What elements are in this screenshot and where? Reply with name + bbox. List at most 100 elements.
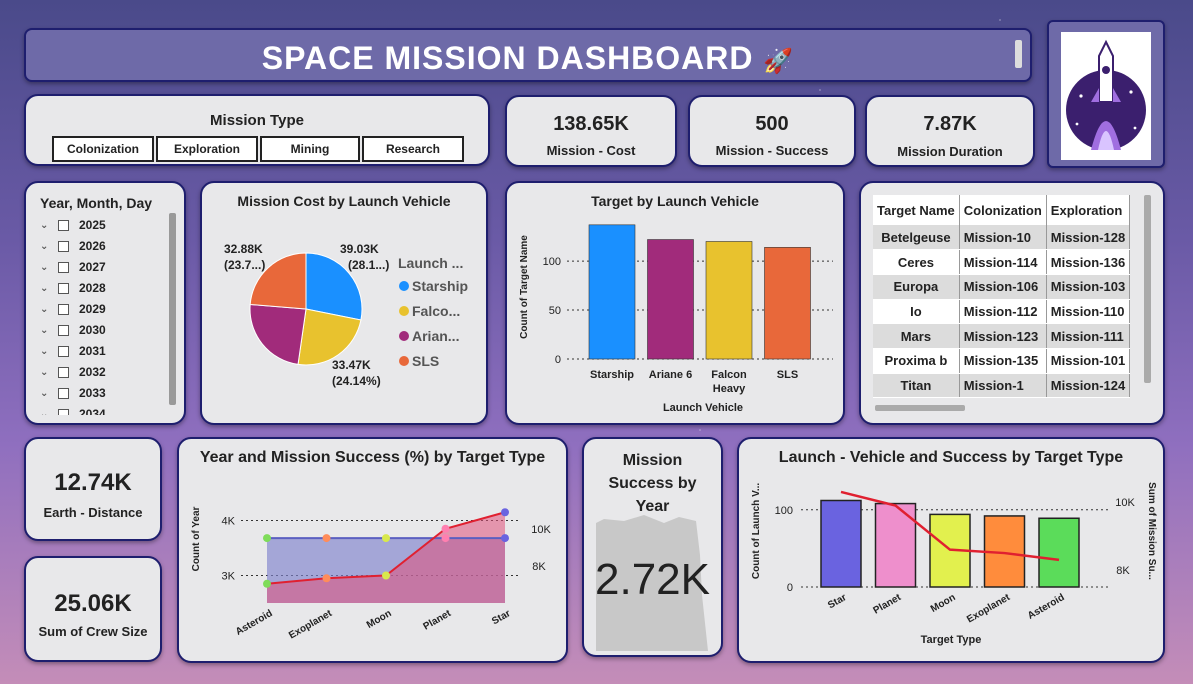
- table-header-cell[interactable]: Colonization: [959, 195, 1047, 225]
- checkbox[interactable]: [58, 408, 69, 415]
- table-cell: Mission-101: [1046, 348, 1131, 374]
- target-table: Target Name Colonization Exploration Betel…: [873, 195, 1131, 399]
- table-header-cell[interactable]: Exploration: [1046, 195, 1131, 225]
- mission-type-research-button[interactable]: Research: [362, 136, 464, 162]
- bar: [588, 224, 636, 360]
- table-row[interactable]: Betelgeuse Mission-10 Mission-128: [873, 225, 1131, 251]
- mission-type-mining-button[interactable]: Mining: [260, 136, 360, 162]
- year-label: 2034: [79, 407, 106, 415]
- pie-legend-swatch: [399, 281, 409, 291]
- combo-y-right-tick: 10K: [1115, 497, 1135, 509]
- chevron-down-icon[interactable]: ⌄: [40, 283, 52, 294]
- kpi-value: 138.65K: [553, 113, 629, 135]
- chevron-down-icon[interactable]: ⌄: [40, 367, 52, 378]
- rocket-planet-logo-icon: [1061, 32, 1151, 160]
- year-item-2029[interactable]: ⌄ 2029: [40, 299, 106, 319]
- combo-y-tick: 0: [787, 582, 793, 594]
- mission-type-exploration-button[interactable]: Exploration: [156, 136, 258, 162]
- pie-legend-swatch: [399, 356, 409, 366]
- checkbox[interactable]: [58, 345, 69, 357]
- area-chart: 3K 4K 8K 10K Asteroid Exoplanet Moon Planet Star…: [191, 506, 551, 641]
- pie-data-label-pct: (28.1...): [348, 258, 389, 272]
- bar-x-tick: Starship: [590, 369, 634, 381]
- chevron-down-icon[interactable]: ⌄: [40, 262, 52, 273]
- combo-chart-title: Launch - Vehicle and Success by Target T…: [778, 449, 1124, 466]
- year-item-2031[interactable]: ⌄ 2031: [40, 341, 106, 361]
- success-by-year-label: Mission Success by Year: [608, 452, 697, 515]
- table-row[interactable]: Mars Mission-123 Mission-111: [873, 323, 1131, 349]
- area-x-tick: Star: [490, 608, 512, 627]
- table-row[interactable]: Proxima b Mission-135 Mission-101: [873, 348, 1131, 374]
- chevron-down-icon[interactable]: ⌄: [40, 346, 52, 357]
- table-header-cell[interactable]: Target Name: [873, 195, 960, 225]
- kpi-mission-cost: 138.65K Mission - Cost: [505, 95, 677, 167]
- kpi-label: Earth - Distance: [43, 505, 143, 520]
- year-item-2034[interactable]: ⌄ 2034: [40, 404, 106, 415]
- kpi-value: 500: [755, 113, 789, 135]
- area-point: [441, 534, 450, 543]
- year-item-2028[interactable]: ⌄ 2028: [40, 278, 106, 298]
- bar-x-tick: SLS: [777, 369, 798, 381]
- table-cell: Mission-124: [1046, 373, 1131, 399]
- year-item-2030[interactable]: ⌄ 2030: [40, 320, 106, 340]
- pie-legend-item: Arian...: [412, 328, 459, 344]
- table-row[interactable]: Titan Mission-1 Mission-124: [873, 373, 1131, 399]
- kpi-label: Mission - Success: [715, 143, 829, 158]
- date-slicer-scrollbar[interactable]: [169, 213, 176, 405]
- chevron-down-icon[interactable]: ⌄: [40, 220, 52, 231]
- year-label: 2029: [79, 302, 106, 316]
- table-row[interactable]: Ceres Mission-114 Mission-136: [873, 249, 1131, 275]
- chevron-down-icon[interactable]: ⌄: [40, 241, 52, 252]
- combo-y-tick: 100: [775, 505, 793, 517]
- year-item-2033[interactable]: ⌄ 2033: [40, 383, 106, 403]
- table-row[interactable]: Io Mission-112 Mission-110: [873, 299, 1131, 325]
- combo-chart: 0 100 8K 10K Star Planet Moon Exoplanet Asteroid…: [751, 482, 1157, 646]
- chevron-down-icon[interactable]: ⌄: [40, 325, 52, 336]
- area-y-tick: 3K: [222, 571, 236, 583]
- pie-legend-title: Launch ...: [398, 255, 463, 271]
- bar-x-tick: Heavy: [713, 383, 746, 395]
- year-label: 2030: [79, 323, 106, 337]
- table-cell: Proxima b: [873, 348, 960, 374]
- checkbox[interactable]: [58, 282, 69, 294]
- bar: [647, 239, 694, 360]
- combo-chart-card: Launch - Vehicle and Success by Target T…: [737, 437, 1165, 663]
- table-vertical-scrollbar[interactable]: [1144, 195, 1151, 383]
- table-row[interactable]: Europa Mission-106 Mission-103: [873, 274, 1131, 300]
- year-list: ⌄ 2025 ⌄ 2026 ⌄ 2027 ⌄ 2028 ⌄ 2029 ⌄ 2030 ⌄ 2031 ⌄ 2032…: [26, 183, 184, 415]
- table-cell: Mission-114: [959, 249, 1047, 275]
- checkbox[interactable]: [58, 387, 69, 399]
- checkbox[interactable]: [58, 324, 69, 336]
- year-item-2025[interactable]: ⌄ 2025: [40, 215, 106, 235]
- checkbox[interactable]: [58, 366, 69, 378]
- chevron-down-icon[interactable]: ⌄: [40, 304, 52, 315]
- year-item-2027[interactable]: ⌄ 2027: [40, 257, 106, 277]
- kpi-label: Mission Duration: [897, 144, 1003, 159]
- checkbox[interactable]: [58, 303, 69, 315]
- combo-x-tick: Planet: [872, 592, 904, 617]
- year-item-2032[interactable]: ⌄ 2032: [40, 362, 106, 382]
- year-label: 2031: [79, 344, 106, 358]
- bar-chart: 0 50 100 Starship Ariane 6 Falcon Heavy SLS Laun…: [519, 224, 833, 414]
- chevron-down-icon[interactable]: ⌄: [40, 409, 52, 416]
- checkbox[interactable]: [58, 240, 69, 252]
- mission-type-slicer: Mission Type Colonization Exploration Mi…: [24, 94, 490, 166]
- area-y-axis-label: Count of Year: [191, 506, 202, 571]
- title-scrollbar[interactable]: [1015, 40, 1022, 68]
- kpi-label: Sum of Crew Size: [38, 624, 148, 639]
- mission-type-colonization-button[interactable]: Colonization: [52, 136, 154, 162]
- area-point: [322, 534, 331, 543]
- chevron-down-icon[interactable]: ⌄: [40, 388, 52, 399]
- page-title: SPACE MISSION DASHBOARD 🚀: [261, 40, 795, 76]
- combo-x-tick: Star: [826, 592, 848, 611]
- table-cell: Mars: [873, 323, 960, 349]
- year-item-2026[interactable]: ⌄ 2026: [40, 236, 106, 256]
- success-by-year-card: Mission Success by Year 2.72K: [582, 437, 723, 657]
- table-horizontal-scrollbar[interactable]: [875, 405, 965, 411]
- table-cell: Mission-1: [959, 373, 1047, 399]
- checkbox[interactable]: [58, 219, 69, 231]
- checkbox[interactable]: [58, 261, 69, 273]
- pie-chart: 39.03K (28.1...) 33.47K (24.14%) 32.88K (23.7…: [224, 242, 468, 388]
- table-cell: Mission-110: [1046, 299, 1131, 325]
- kpi-mission-success: 500 Mission - Success: [688, 95, 856, 167]
